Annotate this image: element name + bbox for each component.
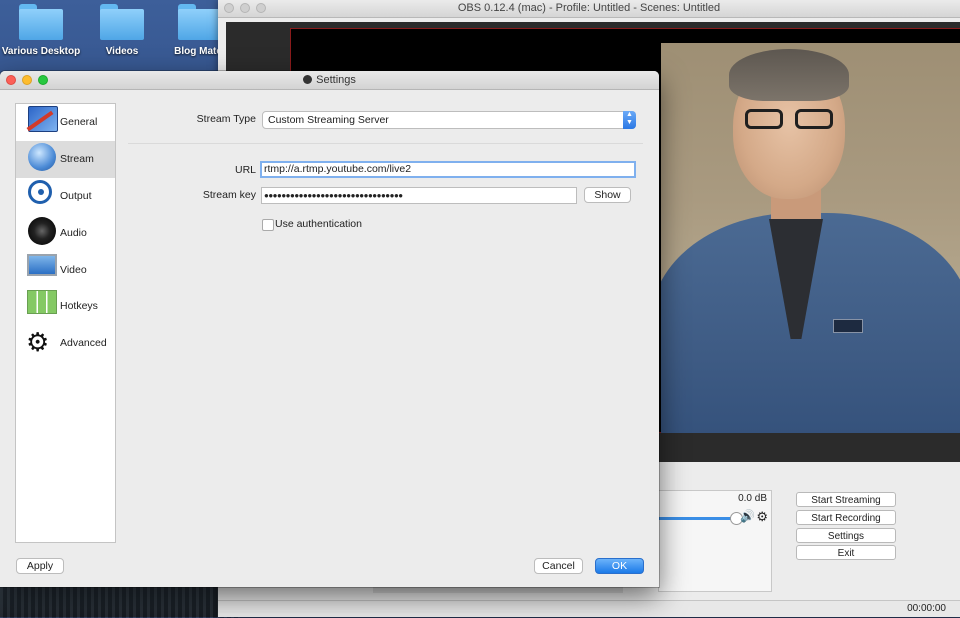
sidebar-item-label: Audio bbox=[60, 226, 87, 239]
sidebar-item-label: Stream bbox=[60, 153, 94, 166]
ok-button[interactable]: OK bbox=[595, 558, 644, 574]
folder-icon bbox=[178, 4, 222, 40]
mixer-level: 0.0 dB bbox=[738, 493, 767, 504]
settings-dialog: Settings General Stream Output Audio Vid… bbox=[0, 71, 659, 587]
stream-type-value: Custom Streaming Server bbox=[268, 114, 389, 126]
sidebar-item-label: Output bbox=[60, 189, 92, 202]
general-icon-wrap bbox=[20, 106, 58, 138]
settings-sidebar: General Stream Output Audio Video Hotkey… bbox=[15, 103, 116, 543]
sidebar-item-label: Video bbox=[60, 263, 87, 276]
status-bar: 00:00:00 bbox=[218, 600, 960, 617]
folder-label: Various Desktop bbox=[1, 46, 81, 57]
start-recording-button[interactable]: Start Recording bbox=[796, 510, 896, 525]
hotkeys-icon-wrap bbox=[20, 290, 57, 322]
stream-icon-wrap bbox=[20, 143, 56, 175]
apply-button[interactable]: Apply bbox=[16, 558, 64, 574]
zoom-icon[interactable] bbox=[38, 75, 48, 85]
sidebar-item-video[interactable]: Video bbox=[16, 251, 115, 288]
show-key-button[interactable]: Show bbox=[584, 187, 631, 203]
gears-icon-wrap: ⚙ bbox=[20, 327, 54, 359]
webcam-feed bbox=[661, 43, 960, 433]
cancel-button[interactable]: Cancel bbox=[534, 558, 583, 574]
output-icon-wrap bbox=[20, 179, 54, 212]
minimize-icon[interactable] bbox=[22, 75, 32, 85]
sidebar-item-stream[interactable]: Stream bbox=[16, 140, 115, 178]
folder-various-desktop[interactable]: Various Desktop bbox=[0, 4, 86, 57]
folder-label: Videos bbox=[105, 46, 139, 57]
folder-icon bbox=[19, 4, 63, 40]
settings-button[interactable]: Settings bbox=[796, 528, 896, 543]
person-hair bbox=[729, 49, 849, 101]
audio-icon bbox=[28, 216, 56, 245]
settings-titlebar: Settings bbox=[0, 71, 659, 90]
use-authentication-checkbox[interactable] bbox=[262, 219, 274, 231]
video-icon-wrap bbox=[20, 253, 57, 286]
gear-icon[interactable]: ⚙ bbox=[756, 509, 768, 525]
obs-logo-icon bbox=[303, 75, 313, 84]
sidebar-item-audio[interactable]: Audio bbox=[16, 214, 115, 251]
divider bbox=[128, 143, 643, 144]
sidebar-item-general[interactable]: General bbox=[16, 104, 115, 141]
hotkeys-icon bbox=[27, 290, 57, 315]
sidebar-item-label: Hotkeys bbox=[60, 300, 98, 313]
folder-videos[interactable]: Videos bbox=[77, 4, 167, 57]
window-controls bbox=[6, 75, 48, 85]
sidebar-item-advanced[interactable]: ⚙ Advanced bbox=[16, 325, 115, 362]
window-controls bbox=[224, 3, 266, 13]
stream-type-label: Stream Type bbox=[196, 113, 256, 125]
url-label: URL bbox=[234, 164, 256, 176]
general-icon bbox=[28, 106, 58, 133]
sidebar-item-label: Advanced bbox=[60, 337, 107, 350]
sweater-logo bbox=[833, 319, 863, 333]
stream-icon bbox=[28, 143, 56, 172]
sidebar-item-label: General bbox=[60, 116, 98, 129]
zoom-icon[interactable] bbox=[256, 3, 266, 13]
stream-type-select[interactable]: Custom Streaming Server ▲ ▼ bbox=[262, 111, 636, 129]
minimize-icon[interactable] bbox=[240, 3, 250, 13]
select-arrows-icon: ▲ ▼ bbox=[623, 111, 636, 129]
settings-title: Settings bbox=[316, 74, 356, 86]
start-streaming-button[interactable]: Start Streaming bbox=[796, 492, 896, 507]
glasses bbox=[745, 109, 837, 131]
stream-key-label: Stream key bbox=[202, 189, 256, 201]
close-icon[interactable] bbox=[224, 3, 234, 13]
obs-window-title: OBS 0.12.4 (mac) - Profile: Untitled - S… bbox=[457, 2, 721, 14]
obs-titlebar: OBS 0.12.4 (mac) - Profile: Untitled - S… bbox=[218, 0, 960, 18]
close-icon[interactable] bbox=[6, 75, 16, 85]
gears-icon: ⚙ bbox=[26, 327, 50, 358]
speaker-icon[interactable]: 🔊 bbox=[740, 509, 755, 523]
volume-fader[interactable] bbox=[659, 517, 737, 520]
output-icon bbox=[28, 179, 52, 204]
folder-icon bbox=[100, 4, 144, 40]
audio-mixer: 0.0 dB 🔊 ⚙ bbox=[658, 490, 772, 592]
stream-key-value: ●●●●●●●●●●●●●●●●●●●●●●●●●●●●●●●● bbox=[264, 191, 403, 200]
use-authentication-label: Use authentication bbox=[275, 218, 362, 230]
url-value: rtmp://a.rtmp.youtube.com/live2 bbox=[264, 163, 412, 175]
audio-icon-wrap bbox=[20, 216, 56, 249]
status-time: 00:00:00 bbox=[907, 603, 946, 614]
sidebar-item-output[interactable]: Output bbox=[16, 178, 115, 215]
url-input[interactable]: rtmp://a.rtmp.youtube.com/live2 bbox=[260, 161, 636, 178]
video-icon bbox=[27, 253, 57, 276]
exit-button[interactable]: Exit bbox=[796, 545, 896, 560]
sidebar-item-hotkeys[interactable]: Hotkeys bbox=[16, 288, 115, 325]
stream-key-input[interactable]: ●●●●●●●●●●●●●●●●●●●●●●●●●●●●●●●● bbox=[261, 187, 577, 204]
